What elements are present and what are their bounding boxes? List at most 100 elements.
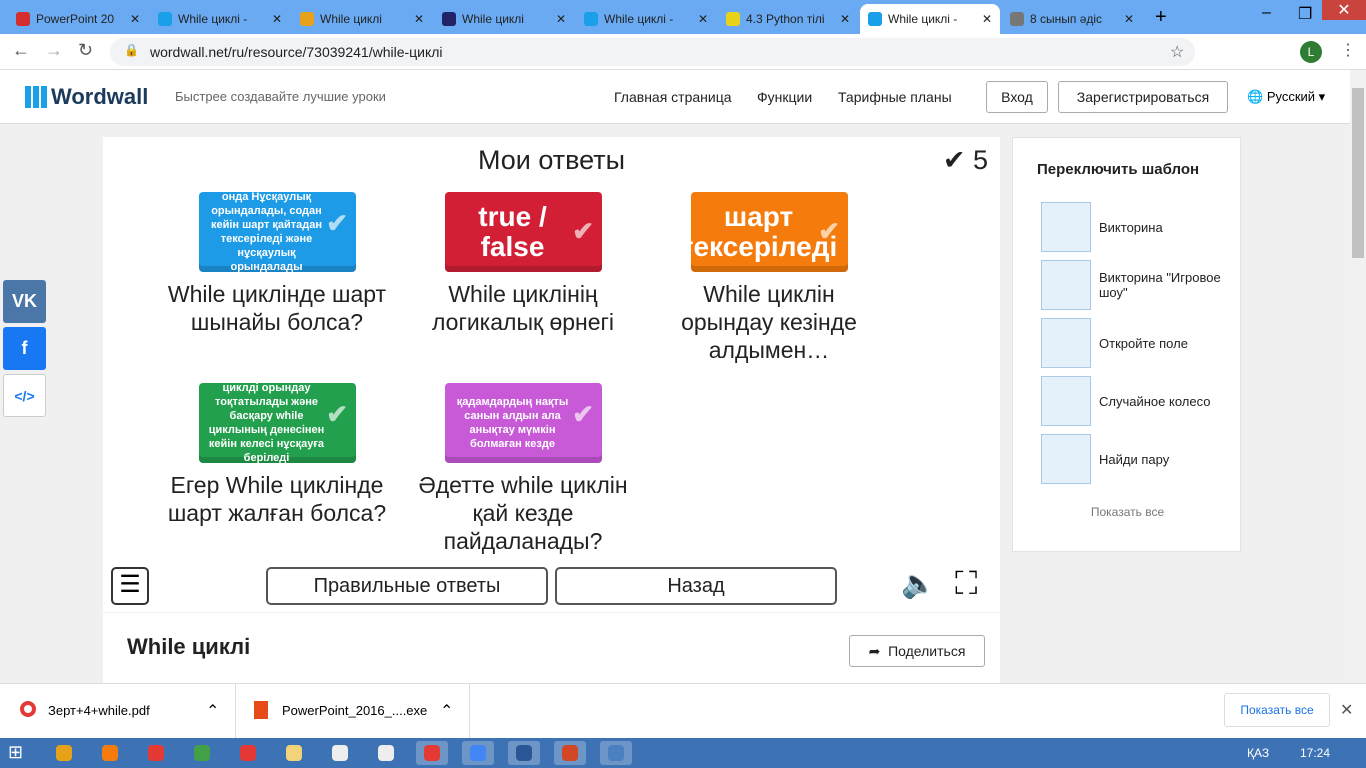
fullscreen-icon[interactable]: ⛶ bbox=[955, 565, 977, 603]
close-window-icon[interactable]: ✕ bbox=[1322, 0, 1366, 20]
close-tab-icon[interactable]: ✕ bbox=[272, 12, 282, 26]
clock[interactable]: 17:24 bbox=[1300, 746, 1330, 760]
vk-share-button[interactable]: VK bbox=[3, 280, 46, 323]
browser-tab[interactable]: While циклі - ✕ bbox=[150, 4, 290, 34]
back-button[interactable]: Назад bbox=[555, 567, 837, 605]
taskbar-app-icon[interactable] bbox=[232, 741, 264, 765]
close-tab-icon[interactable]: ✕ bbox=[414, 12, 424, 26]
star-icon[interactable]: ☆ bbox=[1170, 42, 1184, 62]
minimize-icon[interactable]: – bbox=[1262, 4, 1271, 22]
close-tab-icon[interactable]: ✕ bbox=[698, 12, 708, 26]
register-button[interactable]: Зарегистрироваться bbox=[1058, 81, 1228, 113]
taskbar-app-icon[interactable] bbox=[600, 741, 632, 765]
taskbar-app-icon[interactable] bbox=[462, 741, 494, 765]
template-item[interactable]: Найди пару bbox=[1041, 434, 1231, 484]
forward-icon[interactable]: → bbox=[45, 40, 63, 61]
new-tab-icon[interactable]: + bbox=[1155, 6, 1167, 29]
chrome-file-icon bbox=[20, 701, 36, 717]
browser-tab[interactable]: While циклі ✕ bbox=[434, 4, 574, 34]
embed-button[interactable]: </> bbox=[3, 374, 46, 417]
close-tab-icon[interactable]: ✕ bbox=[982, 12, 992, 26]
score-value: 5 bbox=[972, 145, 988, 175]
tab-title: While циклі bbox=[462, 12, 524, 26]
tab-title: While циклі - bbox=[888, 12, 958, 26]
taskbar-app-icon[interactable] bbox=[186, 741, 218, 765]
sound-icon[interactable]: 🔈 bbox=[901, 567, 936, 600]
chevron-up-icon[interactable]: ⌃ bbox=[206, 701, 219, 721]
question-text: Әдетте while циклін қай кезде пайдаланад… bbox=[418, 472, 628, 554]
chevron-up-icon[interactable]: ⌃ bbox=[440, 701, 453, 721]
browser-tab[interactable]: While циклі ✕ bbox=[292, 4, 432, 34]
download-name: Зерт+4+while.pdf bbox=[48, 703, 150, 718]
browser-tab[interactable]: 4.3 Python тілі ✕ bbox=[718, 4, 858, 34]
taskbar-app-icon[interactable] bbox=[48, 741, 80, 765]
template-thumbnail-icon bbox=[1041, 318, 1091, 368]
favicon-icon bbox=[1010, 12, 1024, 26]
taskbar-app-icon[interactable] bbox=[554, 741, 586, 765]
back-icon[interactable]: ← bbox=[12, 40, 30, 61]
download-item[interactable]: Зерт+4+while.pdf ⌃ bbox=[0, 684, 236, 738]
close-tab-icon[interactable]: ✕ bbox=[840, 12, 850, 26]
activity-info: While циклі ➦ Поделиться bbox=[103, 613, 1000, 683]
language-select[interactable]: 🌐 Русский ▾ bbox=[1247, 89, 1325, 105]
show-all-templates-link[interactable]: Показать все bbox=[1013, 505, 1242, 519]
template-item[interactable]: Случайное колесо bbox=[1041, 376, 1231, 426]
taskbar-app-icon[interactable] bbox=[278, 741, 310, 765]
template-thumbnail-icon bbox=[1041, 434, 1091, 484]
taskbar-app-icon[interactable] bbox=[94, 741, 126, 765]
question-text: While циклін орындау кезінде алдымен… bbox=[681, 281, 857, 363]
language-indicator[interactable]: ҚАЗ bbox=[1247, 746, 1269, 760]
favicon-icon bbox=[868, 12, 882, 26]
browser-tab[interactable]: PowerPoint 20 ✕ bbox=[8, 4, 148, 34]
tab-title: 4.3 Python тілі bbox=[746, 12, 825, 26]
share-button[interactable]: ➦ Поделиться bbox=[849, 635, 985, 667]
taskbar-app-icon[interactable] bbox=[370, 741, 402, 765]
login-button[interactable]: Вход bbox=[986, 81, 1048, 113]
logo[interactable]: Wordwall bbox=[51, 84, 148, 110]
answer-card[interactable]: true / false ✔ bbox=[445, 192, 602, 272]
browser-tab[interactable]: 8 сынып әдіс ✕ bbox=[1002, 4, 1142, 34]
taskbar-app-icon[interactable] bbox=[416, 741, 448, 765]
nav-pricing[interactable]: Тарифные планы bbox=[838, 89, 952, 105]
download-name: PowerPoint_2016_....exe bbox=[282, 703, 428, 718]
template-item[interactable]: Викторина bbox=[1041, 202, 1231, 252]
windows-start-icon[interactable]: ⊞ bbox=[8, 742, 23, 763]
panel-title: Переключить шаблон bbox=[1037, 161, 1200, 178]
show-all-downloads-button[interactable]: Показать все bbox=[1224, 693, 1330, 727]
nav-features[interactable]: Функции bbox=[757, 89, 812, 105]
facebook-share-button[interactable]: f bbox=[3, 327, 46, 370]
scrollbar[interactable] bbox=[1350, 70, 1366, 683]
correct-answers-button[interactable]: Правильные ответы bbox=[266, 567, 548, 605]
tab-title: PowerPoint 20 bbox=[36, 12, 115, 26]
template-thumbnail-icon bbox=[1041, 376, 1091, 426]
taskbar-app-icon[interactable] bbox=[508, 741, 540, 765]
template-item[interactable]: Викторина "Игровое шоу" bbox=[1041, 260, 1231, 310]
activity-title: While циклі bbox=[127, 634, 251, 659]
profile-avatar[interactable]: L bbox=[1300, 41, 1322, 63]
tab-title: While циклі - bbox=[604, 12, 674, 26]
answer-card[interactable]: онда Нұсқаулық орындалады, содан кейін ш… bbox=[199, 191, 356, 273]
template-panel: Переключить шаблон Викторина Викторина "И… bbox=[1012, 137, 1241, 552]
close-icon[interactable]: ✕ bbox=[1340, 700, 1353, 720]
favicon-icon bbox=[726, 12, 740, 26]
close-tab-icon[interactable]: ✕ bbox=[556, 12, 566, 26]
template-item[interactable]: Откройте поле bbox=[1041, 318, 1231, 368]
answer-card[interactable]: шарт тексеріледі ✔ bbox=[680, 192, 848, 272]
browser-tab[interactable]: While циклі - ✕ bbox=[860, 4, 1000, 34]
menu-button[interactable]: ☰ bbox=[111, 567, 149, 605]
favicon-icon bbox=[158, 12, 172, 26]
answer-card[interactable]: циклді орындау тоқтатылады және басқару … bbox=[199, 382, 356, 464]
taskbar-app-icon[interactable] bbox=[140, 741, 172, 765]
browser-tab[interactable]: While циклі - ✕ bbox=[576, 4, 716, 34]
maximize-icon[interactable]: ❐ bbox=[1298, 4, 1312, 24]
template-thumbnail-icon bbox=[1041, 202, 1091, 252]
close-tab-icon[interactable]: ✕ bbox=[130, 12, 140, 26]
download-item[interactable]: PowerPoint_2016_....exe ⌃ bbox=[236, 684, 470, 738]
nav-home[interactable]: Главная страница bbox=[614, 89, 732, 105]
taskbar-app-icon[interactable] bbox=[324, 741, 356, 765]
answer-card[interactable]: қадамдардың нақты санын алдын ала анықта… bbox=[445, 383, 602, 463]
reload-icon[interactable]: ↻ bbox=[78, 40, 93, 61]
menu-icon[interactable]: ⋮ bbox=[1340, 40, 1356, 60]
url-field[interactable]: 🔒 wordwall.net/ru/resource/73039241/while… bbox=[110, 38, 1195, 66]
close-tab-icon[interactable]: ✕ bbox=[1124, 12, 1134, 26]
